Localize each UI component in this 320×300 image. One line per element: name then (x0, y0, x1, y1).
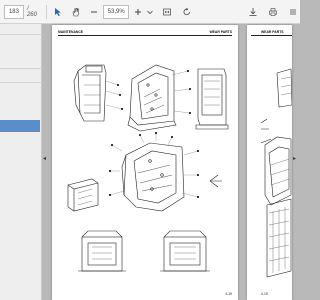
page-total: / 260 (26, 5, 37, 18)
page-number: 4-19 (261, 292, 268, 296)
page-number-input[interactable]: 183 (4, 4, 24, 19)
expand-panel-icon[interactable]: ▸ (293, 155, 296, 162)
sidebar-panel (0, 24, 42, 300)
print-icon[interactable] (266, 5, 280, 19)
sidebar-divider (0, 82, 42, 83)
sidebar-divider (0, 68, 42, 69)
zoom-dropdown-icon[interactable] (146, 5, 154, 19)
fit-page-icon[interactable] (160, 5, 174, 19)
page-number: 4-19 (225, 292, 232, 296)
collapse-sidebar-icon[interactable]: ◂ (43, 155, 46, 162)
rotate-icon[interactable] (180, 5, 194, 19)
more-icon[interactable] (286, 5, 300, 19)
technical-drawing (260, 68, 292, 278)
download-icon[interactable] (246, 5, 260, 19)
document-page-left: MAINTENANCE WEAR PARTS 4-19 (52, 25, 238, 300)
sidebar-divider (0, 34, 42, 35)
hand-icon[interactable] (69, 5, 83, 19)
toolbar-separator (46, 4, 48, 19)
document-page-right: WEAR PARTS 4-19 (247, 25, 292, 300)
zoom-out-icon[interactable] (87, 5, 101, 19)
sidebar-selected-item[interactable] (0, 120, 40, 132)
zoom-in-icon[interactable] (131, 5, 145, 19)
cursor-icon[interactable] (51, 5, 65, 19)
technical-drawing (67, 64, 229, 272)
toolbar: 183 / 260 53,9% (0, 0, 300, 24)
zoom-level-input[interactable]: 53,9% (103, 4, 130, 19)
